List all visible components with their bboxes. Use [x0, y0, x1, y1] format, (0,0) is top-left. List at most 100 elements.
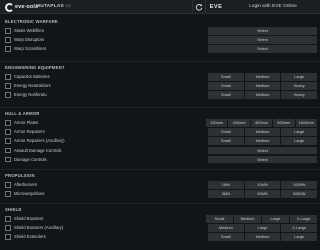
option-200mm-button[interactable]: 200mm: [228, 119, 250, 127]
option-medium-button[interactable]: Medium: [234, 215, 261, 223]
module-checkbox[interactable]: [5, 83, 11, 89]
module-checkbox[interactable]: [5, 191, 11, 197]
option-x-large-button[interactable]: X-Large: [290, 215, 317, 223]
module-row: Armor Repairers (Ancillary) Small Medium La…: [0, 137, 320, 146]
module-label: Shield Boosters: [14, 216, 44, 221]
section-header: PROPULSION: [5, 173, 35, 178]
logo-mark-icon: [5, 2, 14, 12]
section-divider: [0, 169, 320, 170]
option-medium-button[interactable]: Medium: [244, 82, 281, 90]
option-select-button[interactable]: Select: [208, 45, 317, 53]
module-checkbox[interactable]: [5, 156, 11, 163]
option-1mn-button[interactable]: 1MN: [208, 181, 244, 189]
module-label: Microwarpdrives: [14, 191, 45, 197]
option-large-button[interactable]: Large: [281, 128, 318, 136]
option-100mm-button[interactable]: 100mm: [206, 119, 228, 127]
size-option-group: 5MN 50MN 500MN: [208, 190, 318, 198]
option-x-large-button[interactable]: X-Large: [281, 224, 318, 232]
module-label: Energy Nosferatu: [14, 92, 47, 98]
option-select-button[interactable]: Select: [208, 146, 317, 155]
login-button[interactable]: Login with EVE Online: [229, 2, 317, 12]
refresh-button[interactable]: [192, 0, 206, 14]
option-large-button[interactable]: Large: [262, 215, 289, 223]
size-option-group: Select: [208, 36, 317, 44]
module-row: Stasis Webifiers Select: [0, 27, 320, 36]
app-version: v2: [65, 4, 71, 9]
module-label: Stasis Webifiers: [14, 28, 44, 33]
module-checkbox[interactable]: [5, 225, 11, 231]
option-large-button[interactable]: Large: [281, 73, 318, 81]
module-checkbox[interactable]: [5, 28, 11, 34]
module-label: Afterburners: [14, 182, 38, 187]
section-header: HULL & ARMOR: [5, 111, 40, 116]
option-5mn-button[interactable]: 5MN: [208, 190, 244, 198]
option-10mn-button[interactable]: 10MN: [244, 181, 281, 189]
eve-badge: EVE: [209, 4, 223, 10]
option-large-button[interactable]: Large: [281, 137, 318, 145]
module-checkbox[interactable]: [5, 216, 11, 222]
option-small-button[interactable]: Small: [208, 128, 244, 136]
module-label: Shield Extenders: [14, 234, 46, 240]
option-small-button[interactable]: Small: [208, 73, 244, 81]
module-checkbox[interactable]: [5, 92, 11, 98]
size-option-group: Select: [208, 27, 317, 35]
logo-text: eve·ools: [15, 4, 39, 10]
option-small-button[interactable]: Small: [208, 82, 244, 90]
option-large-button[interactable]: Large: [281, 233, 318, 241]
module-checkbox[interactable]: [5, 46, 11, 52]
module-row: Shield Boosters (Ancillary) Medium Large X-…: [0, 224, 320, 233]
size-option-group: Medium Large X-Large: [208, 224, 318, 232]
option-select-button[interactable]: Select: [208, 155, 317, 164]
option-small-button[interactable]: Small: [208, 137, 244, 145]
size-option-group: Small Medium Heavy: [208, 91, 318, 99]
module-checkbox[interactable]: [5, 129, 11, 135]
option-800mm-button[interactable]: 800mm: [273, 119, 295, 127]
module-label: Capacitor Batteries: [14, 74, 50, 79]
module-label: Shield Boosters (Ancillary): [14, 225, 64, 231]
section-divider: [0, 203, 320, 204]
option-medium-button[interactable]: Medium: [244, 233, 281, 241]
evetools-logo[interactable]: eve·ools: [5, 2, 38, 12]
option-medium-button[interactable]: Medium: [244, 137, 281, 145]
option-heavy-button[interactable]: Heavy: [281, 91, 318, 99]
option-small-button[interactable]: Small: [206, 215, 233, 223]
module-row: Damage Controls Select: [0, 155, 320, 165]
module-checkbox[interactable]: [5, 138, 11, 144]
option-small-button[interactable]: Small: [208, 91, 244, 99]
top-bar: eve·ools MUTAPLAS v2 EVE Login with EVE …: [0, 0, 320, 14]
size-option-group: Select: [208, 45, 317, 53]
app-name: MUTAPLAS: [36, 4, 64, 9]
size-option-group: Small Medium Large: [208, 233, 318, 241]
option-medium-button[interactable]: Medium: [244, 73, 281, 81]
option-medium-button[interactable]: Medium: [244, 91, 281, 99]
module-checkbox[interactable]: [5, 37, 11, 43]
module-checkbox[interactable]: [5, 120, 11, 126]
option-select-button[interactable]: Select: [208, 27, 317, 35]
module-label: Armor Repairers: [14, 129, 45, 135]
option-400mm-button[interactable]: 400mm: [250, 119, 273, 127]
size-option-group: Small Medium Large X-Large: [206, 215, 317, 223]
module-checkbox[interactable]: [5, 234, 11, 240]
module-label: Energy Neutralizers: [14, 83, 51, 89]
size-option-group: Select: [208, 146, 317, 155]
module-checkbox[interactable]: [5, 74, 11, 80]
size-option-group: Small Medium Large: [208, 73, 318, 81]
module-label: Warp Scramblers: [14, 46, 47, 52]
option-500mn-button[interactable]: 500MN: [281, 190, 318, 198]
module-row: Armor Plates 100mm 200mm 400mm 800mm 1600mm: [0, 119, 320, 128]
option-small-button[interactable]: Small: [208, 233, 244, 241]
module-row: Microwarpdrives 5MN 50MN 500MN: [0, 190, 320, 199]
module-row: Shield Boosters Small Medium Large X-Large: [0, 215, 320, 224]
option-50mn-button[interactable]: 50MN: [244, 190, 281, 198]
option-large-button[interactable]: Large: [244, 224, 281, 232]
option-1600mm-button[interactable]: 1600mm: [295, 119, 318, 127]
option-medium-button[interactable]: Medium: [208, 224, 244, 232]
option-medium-button[interactable]: Medium: [244, 128, 281, 136]
section-header: SHIELD: [5, 207, 22, 212]
option-select-button[interactable]: Select: [208, 36, 317, 44]
section-divider: [0, 61, 320, 62]
module-checkbox[interactable]: [5, 182, 11, 188]
option-heavy-button[interactable]: Heavy: [281, 82, 318, 90]
option-100mn-button[interactable]: 100MN: [281, 181, 318, 189]
module-checkbox[interactable]: [5, 147, 11, 154]
